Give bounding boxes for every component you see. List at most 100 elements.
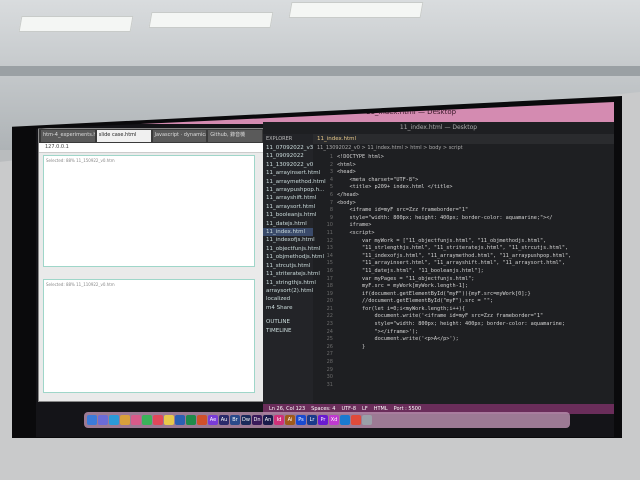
code-line[interactable]: if(document.getElementById("myF")){myF.s… xyxy=(337,291,614,299)
line-number: 3 xyxy=(329,169,333,176)
explorer-panel: EXPLORER 11_07092022_v3 11_09092022 11_130… xyxy=(263,134,326,414)
dock-icon-dw[interactable]: Dw xyxy=(241,415,251,425)
dock-icon-id[interactable]: Id xyxy=(274,415,284,425)
dock-icon-pr[interactable]: Pr xyxy=(318,415,328,425)
browser-tab[interactable]: htm-4_experiments.htm xyxy=(41,130,95,142)
dock-icon-trash[interactable] xyxy=(362,415,372,425)
dock-icon-finder[interactable] xyxy=(87,415,97,425)
explorer-file[interactable]: 11_07092022_v3 xyxy=(263,144,313,152)
explorer-file[interactable]: 11_13092022_v0 xyxy=(263,161,313,169)
line-number: 19 xyxy=(326,290,333,297)
dock-icon-xd[interactable]: Xd xyxy=(329,415,339,425)
code-line[interactable]: style="width: 800px; height: 400px; bord… xyxy=(337,321,614,329)
editor-tab[interactable]: 11_index.html xyxy=(313,134,614,144)
dock-icon-ai[interactable]: Ai xyxy=(285,415,295,425)
browser-window: htm-4_experiments.htm slide case.html Ja… xyxy=(38,128,265,402)
dock-icon-word[interactable] xyxy=(175,415,185,425)
dock-icon-excel[interactable] xyxy=(186,415,196,425)
explorer-file[interactable]: 11_index.html xyxy=(263,228,313,237)
explorer-file[interactable]: 11_booleanjs.html xyxy=(263,211,316,219)
dock-icon-ps[interactable]: Ps xyxy=(296,415,306,425)
code-line[interactable]: "11_strlengthjs.html", "11_striteratejs.… xyxy=(337,245,614,253)
dock-icon-safari[interactable] xyxy=(109,415,119,425)
browser-tab[interactable]: Github, 錄音機 xyxy=(208,130,262,142)
code-area[interactable]: <!DOCTYPE html> <html> <head> <meta charse… xyxy=(337,154,614,351)
code-line[interactable]: "></iframe>'); xyxy=(337,329,614,337)
line-number: 11 xyxy=(326,229,333,236)
explorer-file[interactable]: 11_arraysort.html xyxy=(263,203,315,211)
browser-tab[interactable]: slide case.html xyxy=(96,130,151,142)
code-line[interactable]: var myPages = "11_objectfunjs.html"; xyxy=(337,276,614,284)
code-line[interactable]: "11_indexofjs.html", "11_arraymethod.htm… xyxy=(337,253,614,261)
browser-tab[interactable]: Javascript · dynamically add i... xyxy=(152,130,207,142)
explorer-file[interactable]: 11_stringthjs.html xyxy=(263,279,316,287)
ceiling-light xyxy=(148,12,274,28)
code-line[interactable]: style="width: 800px; height: 400px; bord… xyxy=(337,215,614,223)
dock-icon-ae[interactable]: Ae xyxy=(208,415,218,425)
dock-icon-br[interactable]: Br xyxy=(230,415,240,425)
dock-icon-lr[interactable]: Lr xyxy=(307,415,317,425)
explorer-file[interactable]: 11_09092022 xyxy=(263,152,313,160)
explorer-file[interactable]: 11_striteratejs.html xyxy=(263,270,320,278)
editor[interactable]: 11_index.html 11_13092022_v0 > 11_index.… xyxy=(313,134,614,404)
code-line[interactable]: </head> xyxy=(337,192,614,200)
iframe-bottom[interactable]: Selected: 88% 11_110922_v0.htm xyxy=(43,279,255,393)
code-line[interactable]: } xyxy=(337,344,614,352)
ceiling-beam xyxy=(0,66,640,76)
explorer-file[interactable]: 11_datejs.html xyxy=(263,220,313,228)
code-line[interactable]: <title> p209+ index.html </title> xyxy=(337,184,614,192)
dock-icon-facetime[interactable] xyxy=(142,415,152,425)
code-line[interactable]: document.write('<p>A</p>'); xyxy=(337,336,614,344)
dock-icon-launchpad[interactable] xyxy=(98,415,108,425)
dock-icon-chrome[interactable] xyxy=(351,415,361,425)
vscode-title: 11_index.html — Desktop xyxy=(399,124,478,131)
line-number: 12 xyxy=(326,237,333,244)
explorer-file[interactable]: 11_objectfunjs.html xyxy=(263,245,320,253)
code-line[interactable]: document.write('<iframe id=myF src=Zzz f… xyxy=(337,313,614,321)
explorer-file[interactable]: arraysort(2).html xyxy=(263,287,313,295)
dock-icon-code[interactable] xyxy=(340,415,350,425)
dock-icon-powerpoint[interactable] xyxy=(197,415,207,425)
line-number: 9 xyxy=(329,214,333,221)
explorer-file[interactable]: m4 Share xyxy=(263,304,313,312)
code-line[interactable]: <!DOCTYPE html> xyxy=(337,154,614,162)
code-line[interactable]: <head> xyxy=(337,169,614,177)
code-line[interactable]: "11_arrayinsert.html", "11_arrayshift.ht… xyxy=(337,260,614,268)
dock-icon-dn[interactable]: Dn xyxy=(252,415,262,425)
code-line[interactable]: iframe> xyxy=(337,222,614,230)
breadcrumb[interactable]: 11_13092022_v0 > 11_index.html > html > … xyxy=(313,144,614,153)
code-line[interactable]: var myWork = ["11_objectfunjs.html", "11… xyxy=(337,238,614,246)
explorer-file[interactable]: 11_arrayinsert.html xyxy=(263,169,320,177)
code-line[interactable]: <script> xyxy=(337,230,614,238)
code-line[interactable]: for(let i=0;i<myWork.length;i++){ xyxy=(337,306,614,314)
code-line[interactable]: <body> xyxy=(337,200,614,208)
explorer-file[interactable]: 11_arrayshift.html xyxy=(263,194,316,202)
line-number: 27 xyxy=(326,351,333,358)
dock-icon-au[interactable]: Au xyxy=(219,415,229,425)
timeline-section[interactable]: TIMELINE xyxy=(263,327,313,335)
code-line[interactable]: "11_datejs.html", "11_booleanjs.html"]; xyxy=(337,268,614,276)
line-number: 16 xyxy=(326,267,333,274)
dock-icon-an[interactable]: An xyxy=(263,415,273,425)
line-number: 6 xyxy=(329,191,333,198)
line-number: 17 xyxy=(326,275,333,282)
line-number: 5 xyxy=(329,184,333,191)
explorer-file[interactable]: 11_arraypushpop.h... xyxy=(263,186,324,194)
explorer-file[interactable]: 11_objmethodjs.html xyxy=(263,253,324,261)
address-bar[interactable]: 127.0.0.1 xyxy=(39,143,264,153)
dock-icon-music[interactable] xyxy=(153,415,163,425)
dock-icon-notes[interactable] xyxy=(164,415,174,425)
iframe-top[interactable]: Selected: 88% 11_150922_v0.htm xyxy=(43,155,255,267)
code-line[interactable]: <meta charset="UTF-8"> xyxy=(337,177,614,185)
code-line[interactable]: //document.getElementById("myF").src = "… xyxy=(337,298,614,306)
explorer-file[interactable]: 11_strcutjs.html xyxy=(263,262,313,270)
code-line[interactable]: <iframe id=myF src=Zzz frameborder="1" xyxy=(337,207,614,215)
explorer-file[interactable]: 11_indexofjs.html xyxy=(263,236,315,244)
code-line[interactable]: myF.src = myWork[myWork.length-1]; xyxy=(337,283,614,291)
explorer-file[interactable]: 11_arraymethod.html xyxy=(263,178,326,186)
outline-section[interactable]: OUTLINE xyxy=(263,318,313,326)
dock-icon-mail[interactable] xyxy=(120,415,130,425)
code-line[interactable]: <html> xyxy=(337,162,614,170)
dock-icon-photos[interactable] xyxy=(131,415,141,425)
explorer-file[interactable]: localized xyxy=(263,295,313,303)
